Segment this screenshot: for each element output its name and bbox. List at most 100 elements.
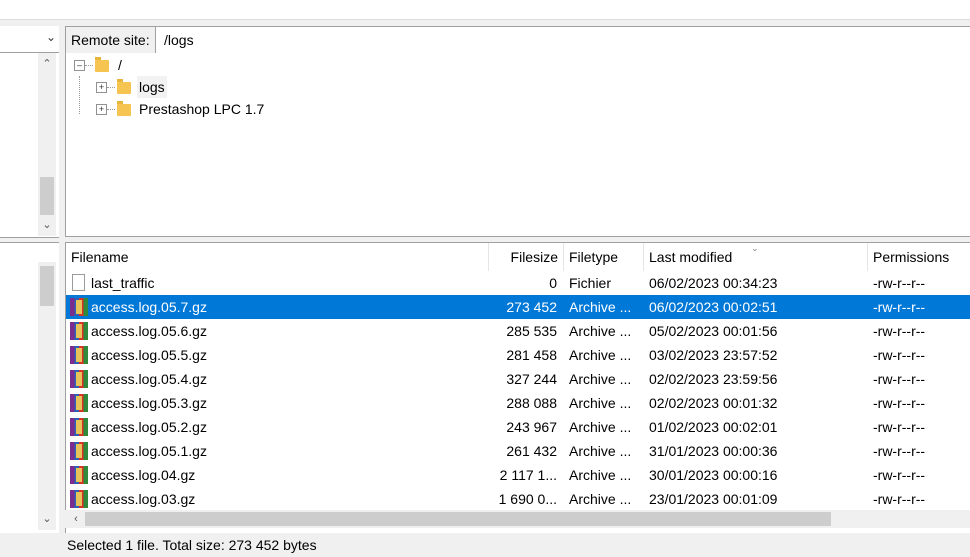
- table-row[interactable]: access.log.05.4.gz 327 244 Archive ... 02/0…: [66, 367, 970, 391]
- cell-filename: access.log.05.1.gz: [91, 443, 207, 459]
- archive-icon: [70, 442, 88, 460]
- cell-filetype: Archive ...: [569, 299, 632, 315]
- local-site-combo[interactable]: ⌄: [0, 26, 59, 53]
- archive-icon: [70, 394, 88, 412]
- scroll-up-icon[interactable]: ⌃: [38, 55, 56, 73]
- cell-last-modified: 31/01/2023 00:00:36: [649, 443, 778, 459]
- file-list-header: Filename Filesize Filetype Last modified…: [66, 243, 970, 271]
- column-header-permissions[interactable]: Permissions: [868, 243, 970, 271]
- tree-label-logs[interactable]: logs: [137, 76, 167, 98]
- table-row[interactable]: access.log.05.3.gz 288 088 Archive ... 02/0…: [66, 391, 970, 415]
- collapse-icon[interactable]: –: [74, 60, 85, 71]
- table-row[interactable]: access.log.05.1.gz 261 432 Archive ... 31/0…: [66, 439, 970, 463]
- remote-site-label: Remote site:: [66, 27, 156, 53]
- cell-filesize: 243 967: [506, 419, 557, 435]
- cell-filetype: Archive ...: [569, 323, 632, 339]
- archive-icon: [70, 346, 88, 364]
- remote-site-bar: Remote site: /logs: [65, 26, 970, 54]
- tree-node-prestashop[interactable]: + Prestashop LPC 1.7: [94, 98, 394, 120]
- cell-permissions: -rw-r--r--: [873, 395, 926, 411]
- cell-filename: access.log.05.2.gz: [91, 419, 207, 435]
- divider: [0, 19, 970, 20]
- cell-filename: last_traffic: [91, 275, 155, 291]
- scroll-thumb[interactable]: [40, 266, 54, 306]
- archive-icon: [70, 298, 88, 316]
- cell-filename: access.log.05.5.gz: [91, 347, 207, 363]
- scroll-left-icon[interactable]: ‹: [67, 510, 85, 528]
- cell-filetype: Archive ...: [569, 467, 632, 483]
- cell-filetype: Archive ...: [569, 491, 632, 507]
- expand-icon[interactable]: +: [96, 104, 107, 115]
- cell-filesize: 288 088: [506, 395, 557, 411]
- cell-filesize: 273 452: [506, 299, 557, 315]
- cell-filetype: Archive ...: [569, 347, 632, 363]
- cell-last-modified: 01/02/2023 00:02:01: [649, 419, 778, 435]
- status-bar: Selected 1 file. Total size: 273 452 byt…: [67, 537, 317, 553]
- archive-icon: [70, 418, 88, 436]
- tree-node-logs[interactable]: + logs: [94, 76, 294, 98]
- cell-last-modified: 02/02/2023 00:01:32: [649, 395, 778, 411]
- cell-permissions: -rw-r--r--: [873, 443, 926, 459]
- archive-icon: [70, 322, 88, 340]
- file-list-hscrollbar[interactable]: ‹: [65, 510, 970, 528]
- tree-label-prestashop[interactable]: Prestashop LPC 1.7: [137, 98, 266, 120]
- cell-permissions: -rw-r--r--: [873, 323, 926, 339]
- table-row[interactable]: access.log.05.7.gz 273 452 Archive ... 06/0…: [66, 295, 970, 319]
- remote-path-input[interactable]: /logs: [164, 27, 194, 53]
- cell-last-modified: 23/01/2023 00:01:09: [649, 491, 778, 507]
- cell-last-modified: 02/02/2023 23:59:56: [649, 371, 778, 387]
- cell-filesize: 281 458: [506, 347, 557, 363]
- cell-filename: access.log.03.gz: [91, 491, 196, 507]
- cell-permissions: -rw-r--r--: [873, 491, 926, 507]
- cell-filesize: 2 117 1...: [499, 467, 557, 483]
- cell-permissions: -rw-r--r--: [873, 371, 926, 387]
- cell-filename: access.log.05.7.gz: [91, 299, 207, 315]
- folder-icon: [95, 57, 109, 72]
- scroll-thumb[interactable]: [85, 512, 831, 526]
- table-row[interactable]: last_traffic 0 Fichier 06/02/2023 00:34:23 -…: [66, 271, 970, 295]
- cell-filetype: Archive ...: [569, 371, 632, 387]
- scroll-down-icon[interactable]: ⌄: [38, 216, 56, 234]
- top-toolbar-strip: [0, 0, 970, 20]
- archive-icon: [70, 466, 88, 484]
- local-list-scrollbar[interactable]: ⌄: [38, 262, 56, 530]
- cell-last-modified: 06/02/2023 00:02:51: [649, 299, 778, 315]
- local-tree-scrollbar[interactable]: ⌃ ⌄: [38, 53, 56, 236]
- cell-filesize: 261 432: [506, 443, 557, 459]
- archive-icon: [70, 490, 88, 508]
- expand-icon[interactable]: +: [96, 82, 107, 93]
- table-row[interactable]: access.log.05.2.gz 243 967 Archive ... 01/0…: [66, 415, 970, 439]
- cell-last-modified: 30/01/2023 00:00:16: [649, 467, 778, 483]
- cell-filename: access.log.05.6.gz: [91, 323, 207, 339]
- chevron-down-icon[interactable]: ⌄: [46, 30, 56, 44]
- archive-icon: [70, 370, 88, 388]
- table-row[interactable]: access.log.05.6.gz 285 535 Archive ... 05/0…: [66, 319, 970, 343]
- scroll-thumb[interactable]: [40, 177, 54, 215]
- cell-permissions: -rw-r--r--: [873, 467, 926, 483]
- column-header-filesize[interactable]: Filesize: [489, 243, 564, 271]
- cell-last-modified: 05/02/2023 00:01:56: [649, 323, 778, 339]
- tree-node-root[interactable]: – /: [72, 54, 272, 76]
- table-row[interactable]: access.log.05.5.gz 281 458 Archive ... 03/0…: [66, 343, 970, 367]
- cell-filetype: Archive ...: [569, 395, 632, 411]
- remote-file-list[interactable]: Filename Filesize Filetype Last modified…: [65, 242, 970, 533]
- table-row[interactable]: access.log.04.gz 2 117 1... Archive ... 30/…: [66, 463, 970, 487]
- file-icon: [72, 274, 85, 291]
- scroll-down-icon[interactable]: ⌄: [38, 510, 56, 528]
- cell-last-modified: 03/02/2023 23:57:52: [649, 347, 778, 363]
- tree-label-root: /: [118, 57, 122, 73]
- cell-permissions: -rw-r--r--: [873, 299, 926, 315]
- cell-filename: access.log.05.4.gz: [91, 371, 207, 387]
- column-header-filetype[interactable]: Filetype: [564, 243, 644, 271]
- cell-filename: access.log.04.gz: [91, 467, 196, 483]
- cell-filetype: Archive ...: [569, 419, 632, 435]
- column-header-filename[interactable]: Filename: [66, 243, 489, 271]
- sort-indicator-icon: ⌄: [751, 243, 759, 253]
- cell-permissions: -rw-r--r--: [873, 347, 926, 363]
- table-row[interactable]: access.log.03.gz 1 690 0... Archive ... 23/…: [66, 487, 970, 511]
- folder-icon: [117, 101, 131, 116]
- cell-permissions: -rw-r--r--: [873, 419, 926, 435]
- cell-filesize: 0: [549, 275, 557, 291]
- folder-icon: [117, 79, 131, 94]
- cell-filetype: Fichier: [569, 275, 612, 291]
